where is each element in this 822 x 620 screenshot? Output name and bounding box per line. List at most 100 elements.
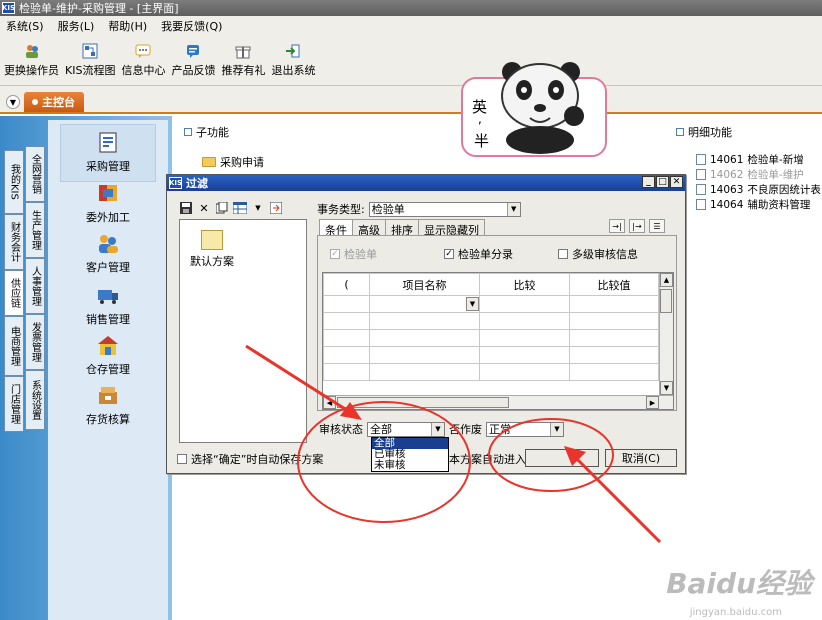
purchase-icon [95, 129, 121, 155]
user-switch-icon [23, 42, 41, 60]
vtab-supply-chain[interactable]: 供应链 [4, 270, 24, 316]
module-customer[interactable]: 客户管理 [60, 230, 156, 275]
multi-audit-checkbox[interactable] [558, 249, 568, 259]
vtab-ecommerce[interactable]: 电商管理 [4, 316, 24, 376]
window-title: 检验单-维护-采购管理 - [主界面] [19, 2, 179, 15]
vtab-store[interactable]: 门店管理 [4, 376, 24, 432]
condition-panel: ✓ 检验单 ✓ 检验单分录 多级审核信息 ( 项目名称 比较 比较值 ▼ ▲ ▼… [317, 235, 677, 411]
vtab-production[interactable]: 生产管理 [25, 202, 45, 258]
module-list: 采购管理 委外加工 客户管理 销售管理 仓存管理 存货核算 [48, 120, 168, 620]
grid-tools: →| |→ ☰ [609, 219, 665, 233]
copy-icon[interactable] [215, 201, 229, 215]
chevron-down-icon[interactable]: ▼ [6, 95, 20, 109]
vtab-finance[interactable]: 财务会计 [4, 214, 24, 270]
table-icon[interactable] [233, 201, 247, 215]
exit-system-button[interactable]: 退出系统 [271, 42, 315, 78]
maximize-button[interactable]: □ [656, 176, 669, 188]
menu-help[interactable]: 帮助(H) [108, 18, 147, 34]
detail-item-14062[interactable]: 14062 检验单-维护 [696, 167, 821, 182]
scroll-thumb[interactable] [660, 289, 672, 313]
chevron-down-icon: ▼ [550, 422, 563, 436]
close-button[interactable]: ✕ [670, 176, 683, 188]
vtab-invoice[interactable]: 发票管理 [25, 314, 45, 370]
product-feedback-button[interactable]: 产品反馈 [171, 42, 215, 78]
chevron-down-icon: ▼ [431, 422, 444, 436]
chevron-down-icon[interactable]: ▼ [466, 297, 479, 311]
module-warehouse[interactable]: 仓存管理 [60, 332, 156, 377]
biz-type-row: 事务类型: 检验单 ▼ [317, 201, 521, 217]
kis-flowchart-button[interactable]: KIS流程图 [65, 42, 115, 78]
warehouse-icon [95, 332, 121, 358]
detail-item-14061[interactable]: 14061 检验单-新增 [696, 152, 821, 167]
export-icon[interactable] [269, 201, 283, 215]
scroll-down-icon[interactable]: ▼ [660, 381, 673, 395]
sub-function-header: 子功能 [184, 124, 229, 140]
document-icon [696, 199, 706, 210]
save-icon[interactable] [179, 201, 193, 215]
append-row-icon[interactable]: |→ [629, 219, 645, 233]
audit-status-label: 审核状态 [319, 423, 363, 436]
vtab-settings[interactable]: 系统设置 [25, 370, 45, 430]
grid-header-compare: 比较 [479, 273, 570, 296]
scheme-default[interactable]: 默认方案 [190, 230, 234, 269]
horizontal-scrollbar[interactable]: ◀ ▶ [323, 395, 673, 409]
inspect-entries-checkbox[interactable]: ✓ [444, 249, 454, 259]
vtab-hr[interactable]: 人事管理 [25, 258, 45, 314]
vtab-my-kis[interactable]: 我的KIS [4, 150, 24, 214]
vtab-marketing[interactable]: 全网营销 [25, 146, 45, 202]
scroll-thumb[interactable] [337, 397, 509, 408]
grid-header-paren: ( [323, 273, 370, 296]
delete-row-icon[interactable]: ☰ [649, 219, 665, 233]
module-outsourcing[interactable]: 委外加工 [60, 180, 156, 225]
outsourcing-icon [95, 180, 121, 206]
recommend-gift-button[interactable]: 推荐有礼 [221, 42, 265, 78]
module-inventory-accounting[interactable]: 存货核算 [60, 382, 156, 427]
section-icon [184, 128, 192, 136]
cancel-button[interactable]: 取消(C) [605, 449, 677, 467]
delete-icon[interactable]: ✕ [197, 201, 211, 215]
minimize-button[interactable]: _ [642, 176, 655, 188]
detail-item-14064[interactable]: 14064 辅助资料管理 [696, 197, 821, 212]
scroll-up-icon[interactable]: ▲ [660, 273, 673, 287]
dialog-title: 过滤 [186, 177, 208, 190]
filter-dialog: KIS 过滤 _ □ ✕ ✕ ▼ 默认方案 事务类型: 检验单 ▼ 条件 高级 … [166, 174, 686, 474]
menu-system[interactable]: 系统(S) [6, 18, 44, 34]
audit-status-select[interactable]: 全部 ▼ [367, 421, 445, 437]
chk-entries-row: ✓ 检验单分录 [444, 248, 513, 261]
dialog-title-bar: KIS 过滤 _ □ ✕ [167, 175, 685, 191]
document-icon [696, 169, 706, 180]
scroll-right-icon[interactable]: ▶ [646, 396, 659, 409]
table-row: ▼ [323, 295, 659, 313]
console-tab[interactable]: 主控台 [24, 92, 84, 112]
info-center-button[interactable]: 信息中心 [121, 42, 165, 78]
kis-logo: KIS [1, 2, 16, 14]
auto-save-checkbox[interactable] [177, 454, 187, 464]
sticker-char-2: , [478, 112, 482, 126]
ok-button[interactable] [525, 449, 599, 467]
switch-operator-button[interactable]: 更换操作员 [4, 42, 59, 78]
chk-multi-audit-row: 多级审核信息 [558, 246, 638, 262]
dropdown-arrow-icon[interactable]: ▼ [251, 201, 265, 215]
module-sales[interactable]: 销售管理 [60, 282, 156, 327]
detail-function-header: 明细功能 [676, 124, 732, 140]
vertical-scrollbar[interactable]: ▲ ▼ [659, 273, 673, 395]
document-icon [696, 184, 706, 195]
audit-status-row: 审核状态 全部 ▼ 否作废 正常 ▼ [319, 421, 564, 437]
detail-item-14063[interactable]: 14063 不良原因统计表 [696, 182, 821, 197]
menu-service[interactable]: 服务(L) [58, 18, 95, 34]
biz-type-select[interactable]: 检验单 ▼ [368, 201, 521, 217]
option-unaudited[interactable]: 未审核 [372, 460, 448, 471]
biz-type-label: 事务类型: [317, 203, 365, 216]
chk-inspect-row: ✓ 检验单 [330, 248, 377, 261]
menu-feedback[interactable]: 我要反馈(Q) [161, 18, 222, 34]
sub-item-purchase-request[interactable]: 采购申请 [202, 154, 264, 170]
gift-icon [234, 42, 252, 60]
folder-icon [201, 230, 223, 250]
console-tab-icon [32, 99, 38, 105]
section-icon [676, 128, 684, 136]
scroll-left-icon[interactable]: ◀ [323, 396, 336, 409]
void-status-select[interactable]: 正常 ▼ [486, 421, 564, 437]
insert-row-icon[interactable]: →| [609, 219, 625, 233]
document-icon [696, 154, 706, 165]
module-purchase[interactable]: 采购管理 [60, 124, 156, 182]
